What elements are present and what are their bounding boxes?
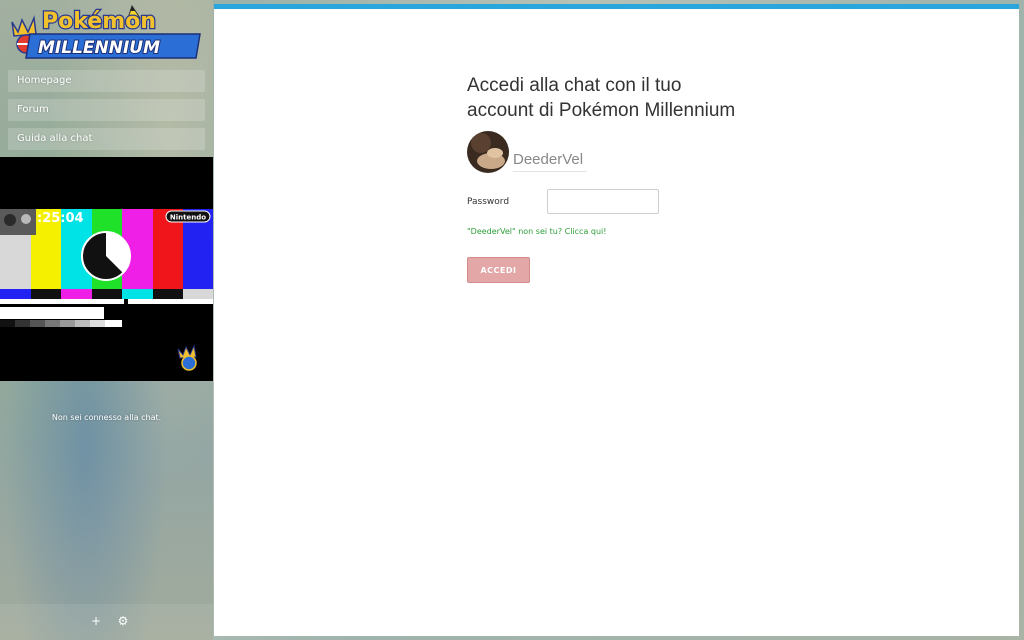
sidebar: Pokémon MILLENNIUM Homepage Forum Guida …: [0, 0, 213, 640]
logo-text-millennium: MILLENNIUM: [38, 38, 160, 58]
avatar: [467, 131, 509, 173]
not-you-link[interactable]: "DeederVel" non sei tu? Clicca qui!: [467, 227, 606, 236]
stream-player[interactable]: :25:04 Nintendo: [0, 157, 213, 381]
pokemon-millennium-logo[interactable]: Pokémon MILLENNIUM: [8, 4, 204, 60]
logo-text-pokemon: Pokémon: [42, 9, 156, 34]
login-title-line1: Accedi alla chat con il tuo: [467, 75, 682, 96]
user-row: DeederVel: [467, 131, 807, 177]
nav-item-guida-alla-chat[interactable]: Guida alla chat: [8, 128, 205, 150]
password-input[interactable]: [547, 189, 659, 214]
stream-test-card: :25:04 Nintendo: [0, 157, 213, 381]
sidebar-nav: Homepage Forum Guida alla chat: [8, 70, 205, 157]
chat-status-text: Non sei connesso alla chat.: [51, 413, 162, 422]
stream-timer: :25:04: [37, 211, 84, 226]
nav-item-forum[interactable]: Forum: [8, 99, 205, 121]
plus-icon[interactable]: +: [89, 614, 103, 628]
password-row: Password: [467, 189, 807, 215]
nav-item-homepage[interactable]: Homepage: [8, 70, 205, 92]
username: DeederVel: [513, 151, 587, 172]
stream-nintendo-label: Nintendo: [170, 214, 206, 222]
logo-graphic: Pokémon MILLENNIUM: [11, 4, 201, 59]
gear-icon[interactable]: ⚙: [116, 614, 130, 628]
main-panel: Accedi alla chat con il tuo account di P…: [214, 4, 1019, 636]
password-label: Password: [467, 197, 510, 207]
login-button[interactable]: ACCEDI: [467, 257, 530, 283]
login-title-line2: account di Pokémon Millennium: [467, 100, 736, 121]
login-form: Accedi alla chat con il tuo account di P…: [467, 73, 807, 283]
sidebar-bottom-bar: + ⚙: [0, 604, 213, 640]
login-title: Accedi alla chat con il tuo account di P…: [467, 73, 767, 123]
